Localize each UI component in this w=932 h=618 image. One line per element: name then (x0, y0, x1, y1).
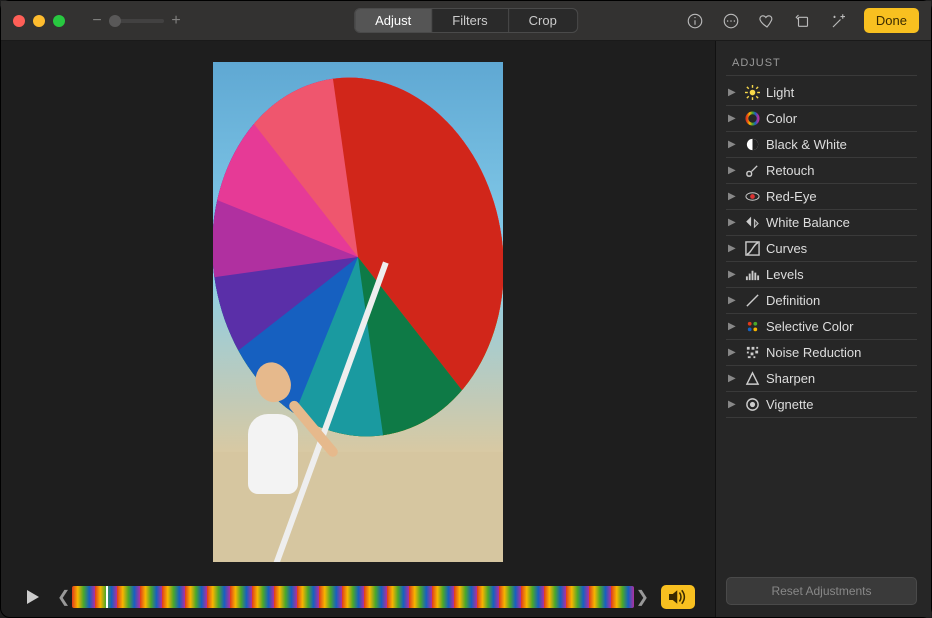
chevron-right-icon: ▶ (728, 87, 738, 98)
person-graphic (242, 362, 312, 502)
tab-filters[interactable]: Filters (432, 9, 508, 32)
chevron-right-icon: ▶ (728, 373, 738, 384)
adjust-item-selectivecolor[interactable]: ▶ Selective Color (726, 314, 917, 340)
titlebar: − + Adjust Filters Crop Done (1, 1, 931, 41)
play-button[interactable] (21, 586, 45, 608)
close-window-button[interactable] (13, 15, 25, 27)
photo-canvas[interactable] (1, 41, 715, 583)
done-button[interactable]: Done (864, 8, 919, 33)
adjust-item-definition[interactable]: ▶ Definition (726, 288, 917, 314)
adjust-list: ▶ Light ▶ Color ▶ Black & White ▶ Retouc… (726, 80, 917, 418)
adjust-item-label: Retouch (766, 163, 814, 178)
adjust-item-label: Levels (766, 267, 804, 282)
red-eye-icon (744, 189, 760, 205)
adjust-item-light[interactable]: ▶ Light (726, 80, 917, 106)
filmstrip[interactable]: ❮ (55, 585, 651, 609)
adjust-item-curves[interactable]: ▶ Curves (726, 236, 917, 262)
chevron-right-icon: ▶ (728, 269, 738, 280)
adjust-item-levels[interactable]: ▶ Levels (726, 262, 917, 288)
chevron-right-icon: ▶ (728, 217, 738, 228)
sidebar-footer: Reset Adjustments (726, 577, 917, 605)
window-controls (13, 15, 65, 27)
minimize-window-button[interactable] (33, 15, 45, 27)
chevron-right-icon: ▶ (728, 243, 738, 254)
adjust-item-label: Color (766, 111, 797, 126)
tab-crop[interactable]: Crop (509, 9, 577, 32)
adjust-item-label: Noise Reduction (766, 345, 861, 360)
canvas-column: ❮ (1, 41, 715, 617)
fullscreen-window-button[interactable] (53, 15, 65, 27)
adjust-item-label: Light (766, 85, 794, 100)
chevron-right-icon: ▶ (728, 321, 738, 332)
sharpen-icon (744, 371, 760, 387)
tab-adjust[interactable]: Adjust (355, 9, 432, 32)
adjust-item-label: Curves (766, 241, 807, 256)
adjust-item-vignette[interactable]: ▶ Vignette (726, 392, 917, 418)
adjust-item-label: Black & White (766, 137, 847, 152)
adjust-item-redeye[interactable]: ▶ Red-Eye (726, 184, 917, 210)
adjust-item-label: Sharpen (766, 371, 815, 386)
retouch-icon (744, 163, 760, 179)
zoom-thumb[interactable] (109, 15, 121, 27)
white-balance-icon (744, 215, 760, 231)
adjust-item-color[interactable]: ▶ Color (726, 106, 917, 132)
zoom-track[interactable] (109, 19, 164, 23)
reset-adjustments-button[interactable]: Reset Adjustments (726, 577, 917, 605)
adjust-item-noisereduction[interactable]: ▶ Noise Reduction (726, 340, 917, 366)
photo-preview (213, 62, 503, 562)
levels-icon (744, 267, 760, 283)
more-icon[interactable] (720, 10, 742, 32)
sidebar-title: ADJUST (726, 51, 917, 76)
chevron-right-icon: ▶ (728, 165, 738, 176)
selective-color-icon (744, 319, 760, 335)
chevron-right-icon: ▶ (728, 399, 738, 410)
chevron-right-icon: ▶ (728, 347, 738, 358)
black-white-icon (744, 137, 760, 153)
trim-start-handle[interactable]: ❮ (55, 587, 72, 607)
definition-icon (744, 293, 760, 309)
adjust-item-label: Vignette (766, 397, 813, 412)
adjust-item-sharpen[interactable]: ▶ Sharpen (726, 366, 917, 392)
adjust-item-whitebalance[interactable]: ▶ White Balance (726, 210, 917, 236)
zoom-slider[interactable]: − + (91, 12, 182, 30)
noise-reduction-icon (744, 345, 760, 361)
adjust-item-retouch[interactable]: ▶ Retouch (726, 158, 917, 184)
adjust-sidebar: ADJUST ▶ Light ▶ Color ▶ Black & White ▶… (715, 41, 931, 617)
filmstrip-frames[interactable] (72, 586, 633, 608)
filmstrip-row: ❮ (1, 583, 715, 617)
adjust-item-bw[interactable]: ▶ Black & White (726, 132, 917, 158)
main-area: ❮ (1, 41, 931, 617)
adjust-item-label: Definition (766, 293, 820, 308)
color-icon (744, 111, 760, 127)
info-icon[interactable] (684, 10, 706, 32)
zoom-out-icon: − (91, 12, 103, 30)
chevron-right-icon: ▶ (728, 113, 738, 124)
audio-toggle-button[interactable] (661, 585, 695, 609)
adjust-item-label: Red-Eye (766, 189, 817, 204)
chevron-right-icon: ▶ (728, 191, 738, 202)
adjust-item-label: White Balance (766, 215, 850, 230)
toolbar-right: Done (684, 8, 919, 33)
auto-enhance-icon[interactable] (828, 10, 850, 32)
playhead[interactable] (106, 586, 108, 608)
curves-icon (744, 241, 760, 257)
chevron-right-icon: ▶ (728, 139, 738, 150)
favorite-icon[interactable] (756, 10, 778, 32)
light-icon (744, 85, 760, 101)
adjust-item-label: Selective Color (766, 319, 853, 334)
rotate-icon[interactable] (792, 10, 814, 32)
edit-mode-tabs: Adjust Filters Crop (354, 8, 578, 33)
trim-end-handle[interactable]: ❯ (634, 587, 651, 607)
chevron-right-icon: ▶ (728, 295, 738, 306)
vignette-icon (744, 397, 760, 413)
zoom-in-icon: + (170, 12, 182, 30)
